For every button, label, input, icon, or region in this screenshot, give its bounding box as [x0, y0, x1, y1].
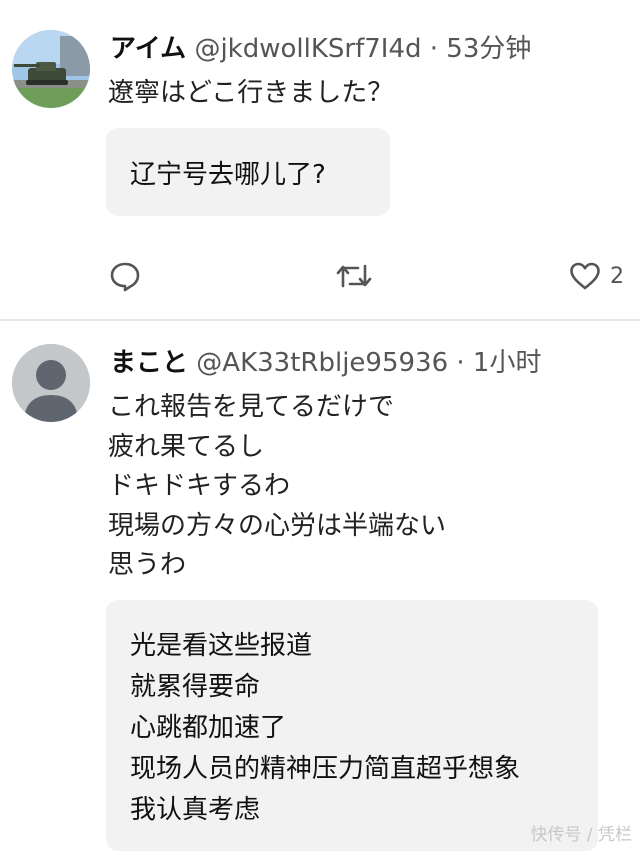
post-body-line: これ報告を見てるだけで: [108, 392, 395, 422]
like-button[interactable]: 2: [568, 258, 624, 294]
post-body: 遼寧はどこ行きました？: [108, 74, 393, 114]
default-avatar-icon: [12, 344, 90, 422]
translation-lines: 光是看这些报道 就累得要命 心跳都加速了 现场人员的精神压力简直超乎想象 我认真…: [130, 626, 520, 831]
watermark: 快传号 / 凭栏: [530, 825, 632, 845]
translation-box: 辽宁号去哪儿了?: [106, 128, 390, 216]
translation-line: 辽宁号去哪儿了?: [130, 160, 326, 190]
post-body-line: 疲れ果てるし: [108, 431, 265, 462]
author-handle-and-time[interactable]: @jkdwollKSrf7I4d · 53分钟: [194, 34, 531, 64]
retweet-icon: [336, 264, 372, 288]
heart-icon: [570, 262, 600, 290]
like-count: 2: [610, 263, 624, 289]
translation-line: 我认真考虑: [130, 795, 261, 825]
post-header: まこと @AK33tRblje95936 · 1小时: [110, 346, 541, 380]
reply-button[interactable]: [108, 258, 142, 294]
author-name[interactable]: まこと: [110, 348, 188, 378]
avatar[interactable]: [12, 344, 90, 422]
post-body-line: 現場の方々の心労は半端ない: [108, 510, 447, 541]
translation-line: 心跳都加速了: [130, 713, 287, 743]
translation-box: 光是看这些报道 就累得要命 心跳都加速了 现场人员的精神压力简直超乎想象 我认真…: [106, 600, 598, 851]
author-handle-and-time[interactable]: @AK33tRblje95936 · 1小时: [196, 348, 541, 378]
author-name[interactable]: アイム: [110, 34, 186, 64]
reply-icon: [110, 262, 140, 292]
translation-line: 就累得要命: [130, 672, 261, 702]
post-divider: [0, 319, 640, 321]
post-body-line: 思うわ: [108, 550, 187, 580]
post-body-line: 遼寧はどこ行きました？: [108, 78, 394, 108]
post-body-line: ドキドキするわ: [108, 471, 291, 501]
tank-photo-avatar-image: [12, 30, 90, 108]
post-body: これ報告を見てるだけで 疲れ果てるし ドキドキするわ 現場の方々の心労は半端ない…: [108, 388, 446, 586]
translation-line: 现场人员的精神压力简直超乎想象: [130, 754, 521, 784]
retweet-button[interactable]: [334, 258, 374, 294]
post-aimu: アイム @jkdwollKSrf7I4d · 53分钟 遼寧はどこ行きました？ …: [0, 0, 640, 319]
post-header: アイム @jkdwollKSrf7I4d · 53分钟: [110, 32, 531, 66]
avatar[interactable]: [12, 30, 90, 108]
translation-line: 光是看这些报道: [130, 631, 313, 661]
